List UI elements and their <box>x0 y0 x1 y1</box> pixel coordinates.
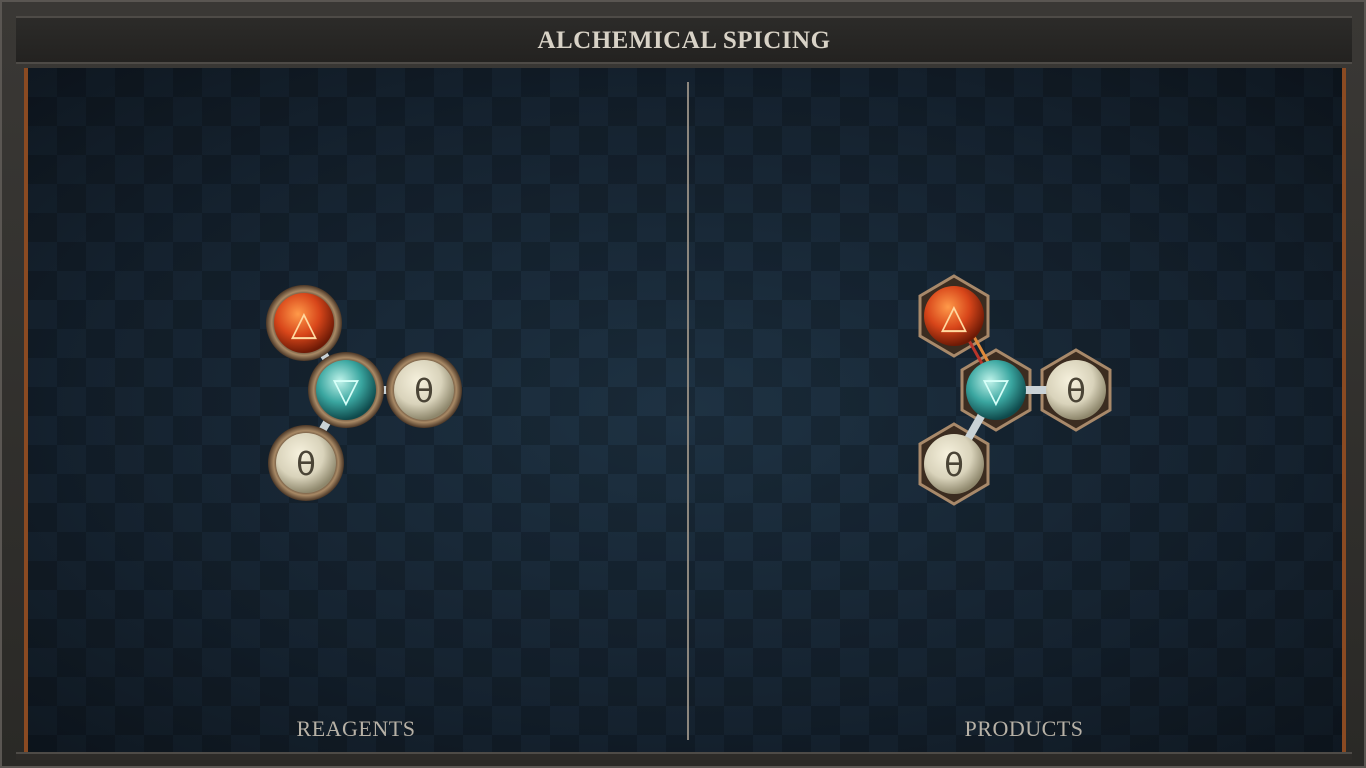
salt-atom[interactable]: θ <box>386 352 462 428</box>
bottom-border <box>16 752 1352 760</box>
reagents-label: REAGENTS <box>296 716 416 741</box>
salt-atom[interactable]: θ <box>924 434 984 494</box>
salt-atom[interactable]: θ <box>268 425 344 501</box>
reagent-molecule[interactable]: △ ▽ θ θ <box>246 268 486 528</box>
game-window: ALCHEMICAL SPICING △ ▽ θ θ △ ▽ θ θ REAGE… <box>0 0 1366 768</box>
fire-symbol: △ <box>291 304 318 344</box>
page-title: ALCHEMICAL SPICING <box>537 27 831 54</box>
salt-symbol: θ <box>296 445 316 483</box>
fire-atom[interactable]: △ <box>266 285 342 361</box>
salt-symbol: θ <box>414 372 434 410</box>
water-atom[interactable]: ▽ <box>308 352 384 428</box>
title-bar: ALCHEMICAL SPICING <box>16 16 1352 64</box>
products-label: PRODUCTS <box>964 716 1084 741</box>
panel-divider <box>687 82 689 740</box>
puzzle-board: △ ▽ θ θ △ ▽ θ θ REAGENTS PRODUCTS <box>24 68 1346 752</box>
salt-symbol: θ <box>1066 372 1086 410</box>
fire-symbol: △ <box>941 297 968 337</box>
water-atom[interactable]: ▽ <box>966 360 1026 420</box>
fire-atom[interactable]: △ <box>924 286 984 346</box>
salt-symbol: θ <box>944 446 964 484</box>
salt-atom[interactable]: θ <box>1046 360 1106 420</box>
water-symbol: ▽ <box>333 371 360 411</box>
product-molecule[interactable]: △ ▽ θ θ <box>906 268 1146 528</box>
water-symbol: ▽ <box>983 371 1010 411</box>
